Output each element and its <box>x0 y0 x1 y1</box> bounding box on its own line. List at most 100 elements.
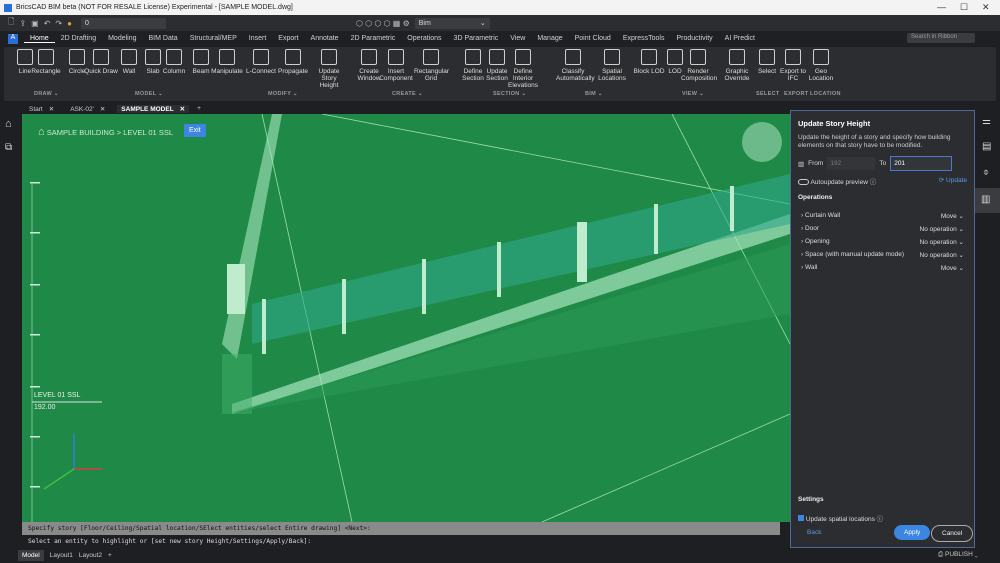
update-button[interactable]: ⟳ Update <box>939 176 967 186</box>
new-icon[interactable]: 🗋 <box>8 16 14 30</box>
command-prompt[interactable]: Select an entity to highlight or [set ne… <box>22 535 790 548</box>
library-icon[interactable]: ▤ <box>982 141 991 152</box>
tab-bim-data[interactable]: BIM Data <box>143 35 184 42</box>
tab-annotate[interactable]: Annotate <box>305 35 345 42</box>
home-icon[interactable]: ⌂ <box>5 118 12 130</box>
operation-row[interactable]: › Door No operation ⌄ <box>798 222 967 235</box>
tab-point-cloud[interactable]: Point Cloud <box>569 35 617 42</box>
define-interior-elevations-button[interactable]: Define Interior Elevations <box>506 49 540 89</box>
apply-button[interactable]: Apply <box>894 525 931 540</box>
ribbon-group-label[interactable]: LOCATION <box>810 91 841 97</box>
tab-ai-predict[interactable]: AI Predict <box>719 35 761 42</box>
render-icons[interactable]: ⬡ ⬡ ⬡ ⬡ ▦ ⚙ <box>356 19 410 28</box>
operation-dropdown[interactable]: Move ⌄ <box>941 212 964 220</box>
structure-icon[interactable]: ⧉ <box>5 142 12 153</box>
home-icon[interactable]: ⌂ <box>38 126 45 138</box>
wall-icon <box>121 49 137 65</box>
close-tab-icon[interactable]: ✕ <box>180 106 185 113</box>
back-link[interactable]: Back <box>807 529 821 536</box>
operation-dropdown[interactable]: No operation ⌄ <box>920 238 965 246</box>
bulb-icon[interactable]: ● <box>67 19 72 28</box>
document-tab[interactable]: Start ✕ <box>25 105 58 113</box>
ribbon-group-label[interactable]: SECTION ⌄ <box>493 91 526 97</box>
publish-button[interactable]: ⎙ PUBLISH ⌄ <box>938 551 978 559</box>
tab-3d-parametric[interactable]: 3D Parametric <box>448 35 505 42</box>
ribbon-group-label[interactable]: SELECT <box>756 91 780 97</box>
l-connect-button[interactable]: L-Connect <box>244 49 278 75</box>
breadcrumb: ⌂ SAMPLE BUILDING > LEVEL 01 SSL <box>38 126 173 138</box>
tab-export[interactable]: Export <box>272 35 304 42</box>
tab-2d-parametric[interactable]: 2D Parametric <box>345 35 402 42</box>
document-tab[interactable]: SAMPLE MODEL ✕ <box>117 104 190 113</box>
spatial-locations-button[interactable]: Spatial Locations <box>595 49 629 82</box>
tab-structural-mep[interactable]: Structural/MEP <box>184 35 243 42</box>
layout-tab-model[interactable]: Model <box>18 550 44 561</box>
attachment-icon[interactable]: ⌽ <box>983 167 989 178</box>
exit-button[interactable]: Exit <box>184 124 206 137</box>
rectangular-grid-icon <box>423 49 439 65</box>
ribbon-group-label[interactable]: MODIFY ⌄ <box>268 91 298 97</box>
operation-row[interactable]: › Opening No operation ⌄ <box>798 235 967 248</box>
cancel-button[interactable]: Cancel <box>931 525 974 542</box>
insert-component-button[interactable]: Insert Component <box>379 49 413 82</box>
operation-dropdown[interactable]: Move ⌄ <box>941 264 964 272</box>
app-menu-button[interactable]: A <box>8 33 18 44</box>
close-button[interactable]: ✕ <box>982 2 990 13</box>
close-tab-icon[interactable]: ✕ <box>49 106 54 113</box>
save-icon[interactable]: ▣ <box>31 19 39 28</box>
operation-dropdown[interactable]: No operation ⌄ <box>920 225 965 233</box>
classify-automatically-button[interactable]: Classify Automatically <box>556 49 595 82</box>
spatial-checkbox[interactable] <box>798 515 804 521</box>
close-tab-icon[interactable]: ✕ <box>100 106 105 113</box>
tab-home[interactable]: Home <box>24 35 55 43</box>
redo-icon[interactable]: ↷ <box>55 19 62 28</box>
breadcrumb-text: SAMPLE BUILDING > LEVEL 01 SSL <box>46 128 173 137</box>
propagate-button[interactable]: Propagate <box>276 49 310 75</box>
tab-modeling[interactable]: Modeling <box>102 35 142 42</box>
command-line[interactable]: Specify story [Floor/Ceiling/Spatial loc… <box>22 522 790 548</box>
add-layout-button[interactable]: + <box>108 552 112 559</box>
rectangle-button[interactable]: Rectangle <box>29 49 63 75</box>
layout-tab-layout2[interactable]: Layout2 <box>79 552 102 559</box>
layout-tab-layout1[interactable]: Layout1 <box>50 552 73 559</box>
tab-manage[interactable]: Manage <box>531 35 568 42</box>
maximize-button[interactable]: ☐ <box>960 2 968 13</box>
ribbon-search-input[interactable]: Search in Ribbon <box>907 33 975 43</box>
tab-2d-drafting[interactable]: 2D Drafting <box>55 35 102 42</box>
tab-expresstools[interactable]: ExpressTools <box>617 35 671 42</box>
ribbon-group-label[interactable]: EXPORT <box>784 91 808 97</box>
ribbon-group-label[interactable]: BIM ⌄ <box>585 91 603 97</box>
minimize-button[interactable]: — <box>937 2 946 12</box>
layer-dropdown[interactable]: 0 <box>80 17 166 29</box>
new-tab-button[interactable]: + <box>197 105 201 112</box>
update-story-height-button[interactable]: Update Story Height <box>312 49 346 89</box>
to-field[interactable]: 201 <box>890 156 953 171</box>
ribbon-group-label[interactable]: DRAW ⌄ <box>34 91 59 97</box>
autoupdate-toggle[interactable] <box>798 179 809 186</box>
undo-icon[interactable]: ↶ <box>44 19 51 28</box>
operation-name: › Space (with manual update mode) <box>801 250 904 258</box>
tab-operations[interactable]: Operations <box>401 35 447 42</box>
ribbon-group-label[interactable]: VIEW ⌄ <box>682 91 704 97</box>
manipulate-button[interactable]: Manipulate <box>210 49 244 75</box>
tab-productivity[interactable]: Productivity <box>670 35 718 42</box>
ribbon-group-label[interactable]: CREATE ⌄ <box>392 91 423 97</box>
tab-insert[interactable]: Insert <box>243 35 273 42</box>
properties-icon[interactable]: ⚌ <box>982 116 991 127</box>
rectangular-grid-button[interactable]: Rectangular Grid <box>414 49 449 82</box>
graphic-override-button[interactable]: Graphic Override <box>720 49 754 82</box>
operation-value: Move <box>940 264 957 272</box>
operation-row[interactable]: › Curtain Wall Move ⌄ <box>798 209 967 222</box>
operation-dropdown[interactable]: No operation ⌄ <box>920 251 965 259</box>
operation-row[interactable]: › Wall Move ⌄ <box>798 261 967 274</box>
render-composition-button[interactable]: Render Composition <box>681 49 717 82</box>
model-viewport[interactable]: ⌂ SAMPLE BUILDING > LEVEL 01 SSL Exit LE… <box>22 114 790 522</box>
open-icon[interactable]: ⇪ <box>19 19 26 28</box>
story-height-icon[interactable]: ▥ <box>975 188 1000 213</box>
operation-row[interactable]: › Space (with manual update mode) No oper… <box>798 248 967 261</box>
geo-location-button[interactable]: Geo Location <box>804 49 838 82</box>
ribbon-group-label[interactable]: MODEL ⌄ <box>135 91 163 97</box>
tab-view[interactable]: View <box>504 35 531 42</box>
workspace-dropdown[interactable]: Bim ⌄ <box>414 17 490 29</box>
document-tab[interactable]: ASK-02' ✕ <box>66 105 109 113</box>
